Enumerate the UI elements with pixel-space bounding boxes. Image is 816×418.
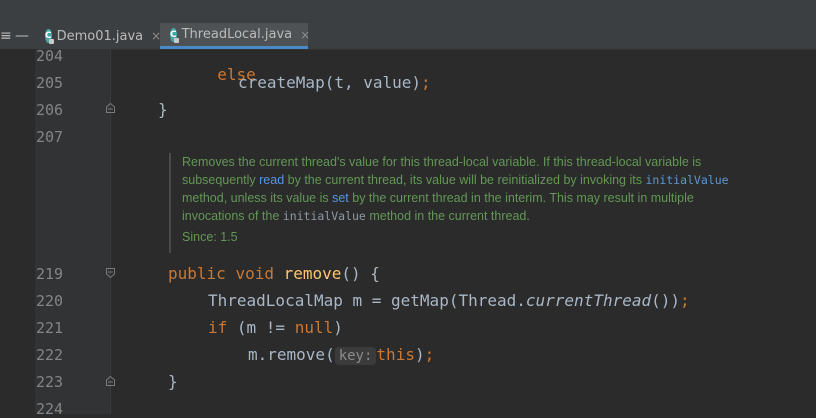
code-line-220[interactable]: ThreadLocalMap m = getMap(Thread.current… bbox=[208, 291, 690, 310]
line-number: 204 bbox=[36, 47, 64, 65]
doc-link-read[interactable]: read bbox=[259, 173, 284, 187]
method-name: remove bbox=[283, 264, 342, 283]
code-line-221[interactable]: if (m != null) bbox=[208, 318, 343, 337]
fold-end-icon[interactable] bbox=[106, 103, 115, 113]
semicolon: ; bbox=[680, 291, 690, 310]
line-number: 219 bbox=[36, 265, 64, 283]
code-text: () { bbox=[341, 264, 380, 283]
fold-end-icon[interactable] bbox=[106, 376, 115, 386]
top-toolbar bbox=[0, 0, 816, 23]
semicolon: ; bbox=[421, 73, 431, 92]
minimize-icon[interactable]: — bbox=[15, 23, 29, 49]
rendered-javadoc[interactable]: Removes the current thread's value for t… bbox=[169, 153, 802, 253]
code-line-219[interactable]: public void remove() { bbox=[168, 264, 380, 283]
line-number: 206 bbox=[36, 101, 64, 119]
static-method-call: currentThread bbox=[525, 291, 652, 310]
line-number: 207 bbox=[36, 128, 64, 146]
line-number: 221 bbox=[36, 319, 64, 337]
line-number: 220 bbox=[36, 292, 64, 310]
tab-label: Demo01.java bbox=[56, 28, 144, 44]
doc-line: Removes the current thread's value for t… bbox=[182, 155, 702, 169]
doc-line: subsequently read by the current thread,… bbox=[182, 173, 729, 187]
code-text: } bbox=[158, 100, 168, 119]
doc-code-initialvalue: initialValue bbox=[282, 209, 366, 223]
doc-line: invocations of the initialValue method i… bbox=[182, 209, 530, 223]
java-class-icon: C bbox=[45, 29, 54, 44]
code-text: ThreadLocalMap m = getMap(Thread. bbox=[208, 291, 526, 310]
code-text: createMap(t, value) bbox=[238, 73, 422, 92]
line-number: 205 bbox=[36, 74, 64, 92]
code-text: } bbox=[168, 372, 178, 391]
keyword-if: if bbox=[208, 318, 228, 337]
editor-tab-bar: ≡ — C Demo01.java × C ThreadLocal.java × bbox=[0, 23, 816, 50]
fold-start-icon[interactable] bbox=[106, 268, 115, 278]
doc-line: method, unless its value is set by the c… bbox=[182, 191, 694, 205]
doc-since: Since: 1.5 bbox=[182, 230, 238, 244]
keyword-public: public bbox=[168, 264, 226, 283]
keyword-this: this bbox=[376, 345, 415, 364]
java-class-icon: C bbox=[170, 27, 179, 43]
code-text: m.remove( bbox=[248, 345, 335, 364]
code-line-223[interactable]: } bbox=[168, 372, 178, 391]
line-number: 224 bbox=[36, 400, 64, 418]
tab-demo01[interactable]: C Demo01.java × bbox=[40, 23, 161, 49]
close-icon[interactable]: × bbox=[300, 28, 310, 42]
code-line-206[interactable]: } bbox=[158, 100, 168, 119]
keyword-void: void bbox=[235, 264, 274, 283]
code-text: (m != bbox=[227, 318, 295, 337]
line-number: 222 bbox=[36, 346, 64, 364]
code-line-205[interactable]: createMap(t, value); bbox=[238, 73, 431, 92]
semicolon: ; bbox=[424, 345, 435, 364]
doc-link-set[interactable]: set bbox=[332, 191, 349, 205]
line-number: 223 bbox=[36, 373, 64, 391]
code-text: ) bbox=[333, 318, 343, 337]
keyword-null: null bbox=[294, 318, 334, 337]
code-line-222[interactable]: m.remove(key: this); bbox=[248, 345, 435, 365]
tab-label: ThreadLocal.java bbox=[181, 27, 293, 42]
menu-icon[interactable]: ≡ bbox=[0, 23, 12, 49]
code-text: ) bbox=[414, 345, 425, 364]
tool-window-strip bbox=[0, 49, 35, 414]
parameter-hint: key: bbox=[334, 347, 377, 365]
doc-link-initialvalue[interactable]: initialValue bbox=[645, 173, 728, 187]
code-text: ()) bbox=[651, 291, 681, 310]
